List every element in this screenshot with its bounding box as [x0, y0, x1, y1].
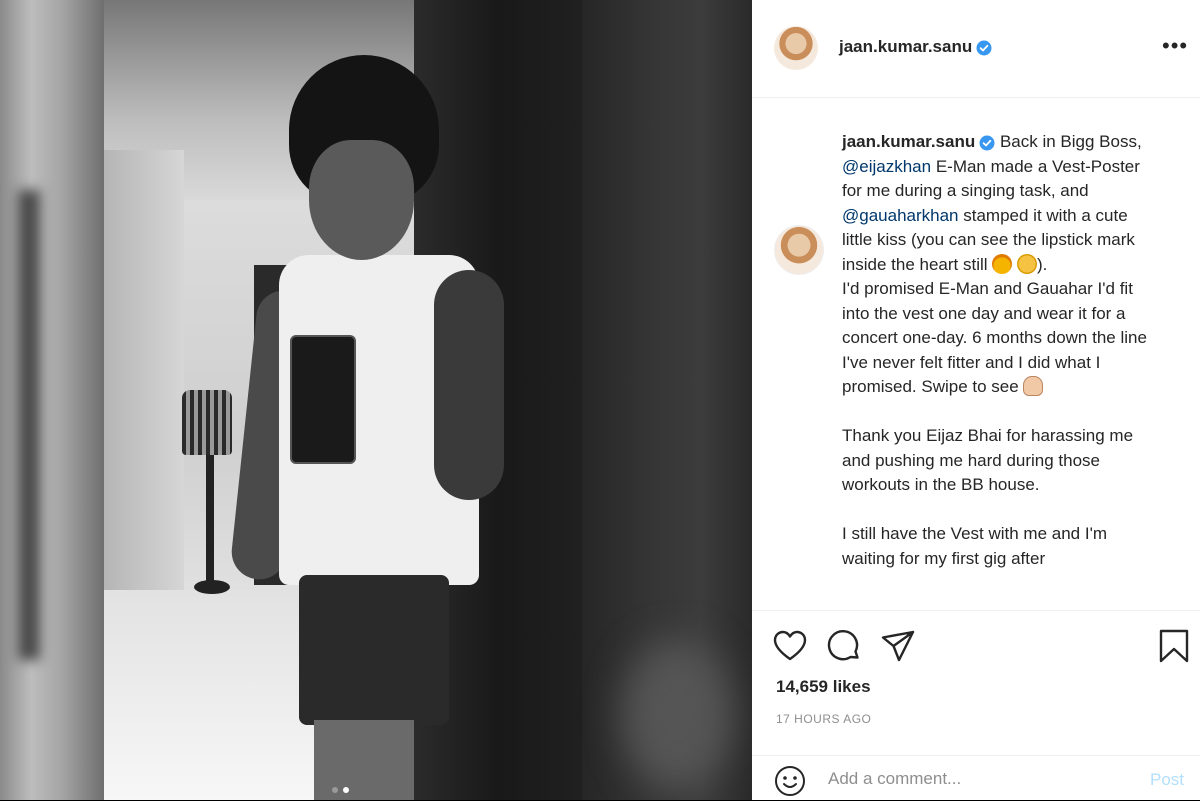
- post-media[interactable]: [0, 0, 752, 800]
- header-username-text[interactable]: jaan.kumar.sanu: [839, 37, 972, 56]
- caption-paragraph: I still have the Vest with me and I'm wa…: [842, 524, 1107, 568]
- carousel-indicator: [332, 787, 349, 793]
- lamp-base: [194, 580, 230, 594]
- caption-text: jaan.kumar.sanu Back in Bigg Boss, @eija…: [842, 130, 1162, 571]
- bookmark-icon[interactable]: [1156, 628, 1192, 664]
- caption-avatar[interactable]: [774, 225, 824, 275]
- lamp-pole: [206, 440, 214, 590]
- post-actions: 14,659 likes 17 HOURS AGO: [752, 610, 1200, 756]
- likes-count[interactable]: 14,659 likes: [776, 677, 871, 697]
- verified-badge-icon: [976, 40, 992, 56]
- comment-bar: Post: [752, 755, 1200, 801]
- header-avatar[interactable]: [774, 26, 818, 70]
- comment-input[interactable]: [828, 767, 1128, 791]
- post-timestamp[interactable]: 17 HOURS AGO: [776, 712, 871, 726]
- blurred-background-left: [0, 0, 104, 800]
- emoji-icon[interactable]: [774, 765, 806, 797]
- post-photo[interactable]: [104, 0, 582, 800]
- share-icon[interactable]: [880, 628, 916, 664]
- mention-link[interactable]: @eijazkhan: [842, 157, 931, 176]
- mention-link[interactable]: @gauaharkhan: [842, 206, 959, 225]
- lamp-head: [182, 390, 232, 455]
- post-comment-button[interactable]: Post: [1150, 770, 1184, 790]
- caption-username[interactable]: jaan.kumar.sanu: [842, 132, 975, 151]
- flexed-biceps-icon: [1023, 376, 1044, 396]
- heart-icon[interactable]: [772, 628, 808, 664]
- smiling-face-with-hearts-icon: [992, 253, 1013, 274]
- kissing-face-icon: [1016, 253, 1037, 274]
- person-face: [309, 140, 414, 260]
- carousel-dot-active: [343, 787, 349, 793]
- comment-icon[interactable]: [826, 628, 862, 664]
- header-username[interactable]: jaan.kumar.sanu: [839, 37, 992, 57]
- caption-segment: ).: [1036, 254, 1048, 274]
- caption-scroll-area[interactable]: jaan.kumar.sanu Back in Bigg Boss, @eija…: [752, 98, 1200, 610]
- caption-segment: Back in Bigg Boss,: [995, 132, 1142, 151]
- carousel-dot: [332, 787, 338, 793]
- person-arm-right: [434, 270, 504, 500]
- caption-paragraph: Thank you Eijaz Bhai for harassing me an…: [842, 426, 1134, 494]
- more-dots-icon[interactable]: •••: [1162, 35, 1188, 57]
- caption-paragraph: I'd promised E-Man and Gauahar I'd fit i…: [842, 279, 1147, 396]
- post-header: jaan.kumar.sanu •••: [752, 0, 1200, 98]
- verified-badge-icon: [979, 135, 995, 151]
- blurred-background-right: [582, 0, 752, 800]
- post-side-panel: jaan.kumar.sanu ••• jaan.kumar.sanu Back…: [752, 0, 1200, 800]
- person-shorts: [299, 575, 449, 725]
- phone: [290, 335, 356, 464]
- person-legs: [314, 720, 414, 800]
